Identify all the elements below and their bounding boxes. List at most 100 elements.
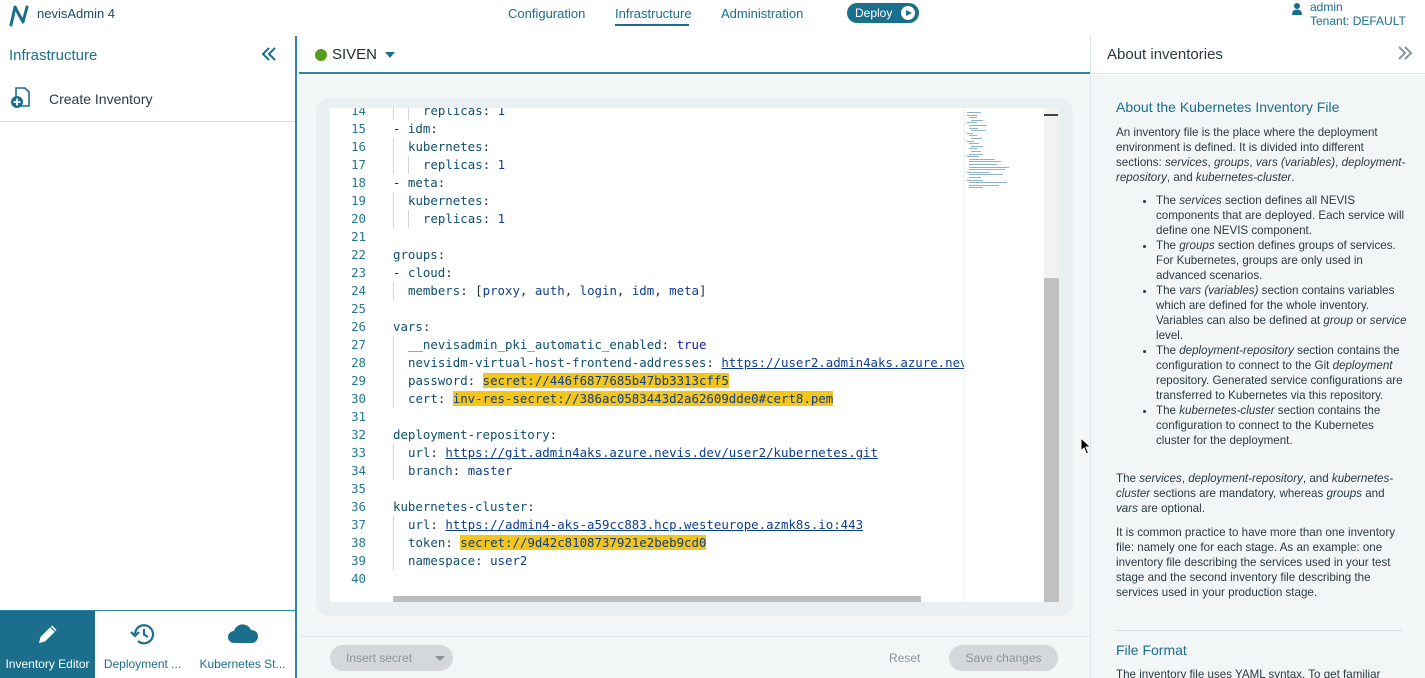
nevis-logo-icon[interactable] <box>8 4 30 28</box>
token-key: idm <box>407 121 431 136</box>
code-line[interactable]: 31 <box>330 408 964 426</box>
insert-secret-button[interactable]: Insert secret <box>330 645 453 671</box>
tab-label: Inventory Editor <box>5 657 90 671</box>
code-line[interactable]: 14 replicas: 1 <box>330 108 964 120</box>
token-plain: : <box>437 175 446 190</box>
token-plain: : <box>445 535 461 550</box>
collapse-sidebar-icon[interactable] <box>261 46 277 64</box>
nav-administration[interactable]: Administration <box>721 6 803 21</box>
code-line[interactable]: 28 nevisidm-virtual-host-frontend-address… <box>330 354 982 372</box>
user-icon <box>1292 3 1302 15</box>
history-icon <box>129 624 154 645</box>
code-line[interactable]: 36 kubernetes-cluster: <box>330 498 964 516</box>
tab-kubernetes-status[interactable]: Kubernetes St... <box>195 611 290 678</box>
insert-secret-label: Insert secret <box>346 651 413 665</box>
code-line[interactable]: 37 url: https://admin4-aks-a59cc883.hcp.w… <box>330 516 964 534</box>
code-line[interactable]: 15 - idm: <box>330 120 964 138</box>
code-line[interactable]: 24 members: [proxy, auth, login, idm, met… <box>330 282 964 300</box>
code-line[interactable]: 27 __nevisadmin_pki_automatic_enabled: tr… <box>330 336 964 354</box>
code-line[interactable]: 20 replicas: 1 <box>330 210 964 228</box>
minimap-line <box>969 127 978 129</box>
indent-guide <box>393 192 394 210</box>
minimap-line <box>969 117 977 119</box>
code-lines[interactable]: 14 replicas: 1 15 - idm: 16 kubernetes: 17 repl… <box>330 108 982 588</box>
user-name[interactable]: admin <box>1310 0 1343 14</box>
tab-inventory-editor[interactable]: Inventory Editor <box>0 611 95 678</box>
create-inventory-item[interactable]: Create Inventory <box>0 80 295 122</box>
token-key: groups <box>393 247 438 262</box>
code-text: deployment-repository: <box>393 426 557 444</box>
chevron-down-icon[interactable] <box>385 52 395 58</box>
code-line[interactable]: 30 cert: inv-res-secret://386ac0583443d2a… <box>330 390 964 408</box>
nav-configuration[interactable]: Configuration <box>508 6 585 21</box>
tenant-label[interactable]: Tenant: DEFAULT <box>1310 14 1406 28</box>
code-text: url: https://admin4-aks-a59cc883.hcp.wes… <box>408 516 863 534</box>
code-text: nevisidm-virtual-host-frontend-addresses… <box>408 354 982 372</box>
vertical-scrollbar-thumb[interactable] <box>1044 278 1059 602</box>
code-line[interactable]: 21 <box>330 228 964 246</box>
code-line[interactable]: 18 - meta: <box>330 174 964 192</box>
line-number: 32 <box>351 427 366 442</box>
horizontal-scrollbar-thumb[interactable] <box>393 596 921 602</box>
token-val: 1 <box>497 211 506 226</box>
minimap-line <box>969 135 977 137</box>
line-number: 15 <box>351 121 366 136</box>
indent-guide <box>393 444 394 462</box>
token-val: meta <box>669 283 699 298</box>
indent-guide <box>393 138 394 156</box>
token-plain: , <box>616 283 632 298</box>
minimap-line <box>969 169 1005 171</box>
help-header: About inventories <box>1091 36 1425 74</box>
line-number: 37 <box>351 517 366 532</box>
minimap-line <box>967 112 981 113</box>
code-line[interactable]: 19 kubernetes: <box>330 192 964 210</box>
indent-guide <box>393 108 394 120</box>
code-line[interactable]: 33 url: https://git.admin4aks.azure.nevis… <box>330 444 964 462</box>
token-key: meta <box>407 175 438 190</box>
tab-deployment-history[interactable]: Deployment ... <box>95 611 190 678</box>
code-line[interactable]: 16 kubernetes: <box>330 138 964 156</box>
help-panel: About inventories About the Kubernetes I… <box>1090 36 1425 678</box>
code-line[interactable]: 32 deployment-repository: <box>330 426 964 444</box>
add-file-icon <box>11 87 30 108</box>
reset-button[interactable]: Reset <box>889 651 920 665</box>
token-val: user2 <box>490 553 528 568</box>
code-line[interactable]: 25 <box>330 300 964 318</box>
expand-panel-icon[interactable] <box>1397 44 1413 65</box>
pencil-icon <box>38 625 56 643</box>
code-line[interactable]: 40 <box>330 570 964 588</box>
code-line[interactable]: 17 replicas: 1 <box>330 156 964 174</box>
code-line[interactable]: 22 groups: <box>330 246 964 264</box>
code-line[interactable]: 39 namespace: user2 <box>330 552 964 570</box>
code-line[interactable]: 38 token: secret://9d42c8108737921e2beb9c… <box>330 534 964 552</box>
code-line[interactable]: 26 vars: <box>330 318 964 336</box>
token-secret: secret://446f6877685b47bb3313cff5 <box>482 373 729 388</box>
nav-infrastructure[interactable]: Infrastructure <box>615 6 692 21</box>
deploy-button[interactable]: Deploy <box>847 3 919 23</box>
token-plain: : <box>452 463 468 478</box>
code-editor[interactable]: 14 replicas: 1 15 - idm: 16 kubernetes: 17 repl… <box>330 108 1059 602</box>
indent-guide <box>393 156 394 174</box>
tab-label: Kubernetes St... <box>199 657 286 671</box>
line-number: 22 <box>351 247 366 262</box>
help-practice-note: It is common practice to have more than … <box>1116 526 1396 599</box>
token-plain: : <box>482 211 498 226</box>
code-line[interactable]: 29 password: secret://446f6877685b47bb331… <box>330 372 964 390</box>
code-line[interactable]: 23 - cloud: <box>330 264 964 282</box>
code-minimap[interactable] <box>964 108 1044 602</box>
token-plain: : <box>437 247 446 262</box>
line-number: 21 <box>351 229 366 244</box>
indent-guide <box>393 336 394 354</box>
code-line[interactable]: 34 branch: master <box>330 462 964 480</box>
token-plain: : <box>430 121 438 136</box>
line-number: 14 <box>351 108 366 118</box>
code-line[interactable]: 35 <box>330 480 964 498</box>
minimap-line <box>969 177 981 178</box>
code-text: kubernetes: <box>408 192 490 210</box>
save-changes-button[interactable]: Save changes <box>949 645 1058 671</box>
chevron-down-icon[interactable] <box>435 656 445 661</box>
token-secret: inv-res-secret://386ac0583443d2a62609dde… <box>452 391 834 406</box>
stage-name[interactable]: SIVEN <box>332 46 377 63</box>
token-key: branch <box>408 463 453 478</box>
line-number: 28 <box>351 355 366 370</box>
